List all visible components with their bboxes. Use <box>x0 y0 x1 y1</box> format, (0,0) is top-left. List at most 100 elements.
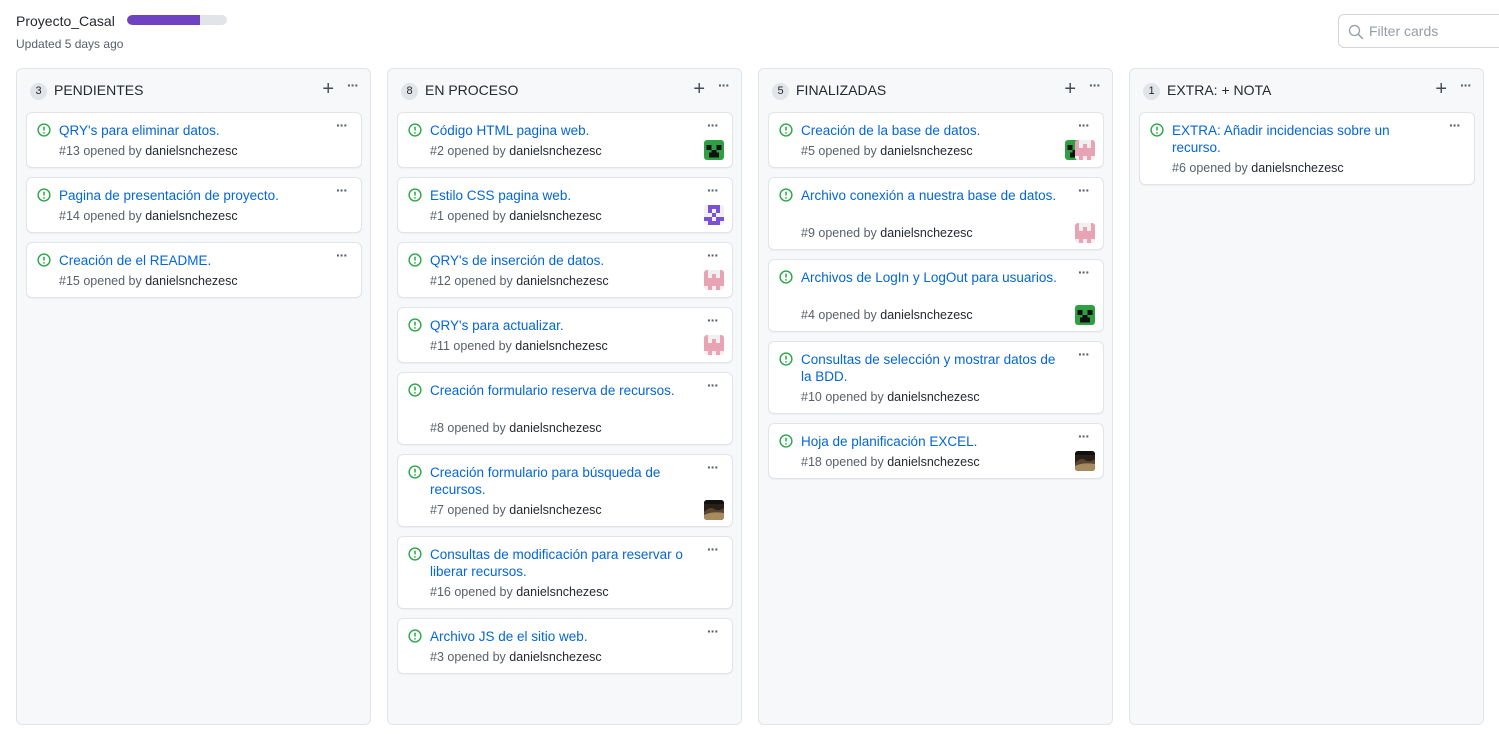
issue-card[interactable]: Código HTML pagina web. #2 opened by dani… <box>397 112 733 168</box>
issue-author-link[interactable]: danielsnchezesc <box>509 650 601 664</box>
card-menu-button[interactable]: ··· <box>1078 428 1090 444</box>
issue-card[interactable]: Hoja de planificación EXCEL. #18 opened b… <box>768 423 1104 479</box>
card-menu-button[interactable]: ··· <box>336 117 348 133</box>
issue-card[interactable]: Archivos de LogIn y LogOut para usuarios… <box>768 259 1104 332</box>
issue-card[interactable]: EXTRA: Añadir incidencias sobre un recur… <box>1139 112 1475 185</box>
issue-number: #5 <box>801 144 815 158</box>
issue-number: #10 <box>801 390 822 404</box>
issue-card[interactable]: Creación formulario reserva de recursos.… <box>397 372 733 445</box>
issue-author-link[interactable]: danielsnchezesc <box>515 339 607 353</box>
card-menu-button[interactable]: ··· <box>707 117 719 133</box>
search-icon <box>1348 24 1364 40</box>
card-menu-button[interactable]: ··· <box>1078 264 1090 280</box>
issue-author-link[interactable]: danielsnchezesc <box>516 274 608 288</box>
add-card-button[interactable]: + <box>693 79 705 99</box>
issue-card[interactable]: QRY's de inserción de datos. #12 opened b… <box>397 242 733 298</box>
open-issue-icon <box>1150 123 1164 137</box>
column-menu-button[interactable]: ··· <box>1460 77 1472 93</box>
assignee-avatar[interactable] <box>704 335 724 355</box>
issue-card[interactable]: Archivo JS de el sitio web. #3 opened by … <box>397 618 733 674</box>
issue-title-link[interactable]: Creación formulario para búsqueda de rec… <box>430 464 688 498</box>
issue-meta: #13 opened by danielsnchezesc <box>59 144 238 158</box>
assignee-avatar[interactable] <box>1075 140 1095 160</box>
issue-title-link[interactable]: Estilo CSS pagina web. <box>430 187 688 204</box>
issue-card[interactable]: Archivo conexión a nuestra base de datos… <box>768 177 1104 250</box>
issue-author-link[interactable]: danielsnchezesc <box>509 144 601 158</box>
issue-title-link[interactable]: Creación formulario reserva de recursos. <box>430 382 688 399</box>
assignee-avatar[interactable] <box>1075 305 1095 325</box>
add-card-button[interactable]: + <box>1064 79 1076 99</box>
issue-title-link[interactable]: Pagina de presentación de proyecto. <box>59 187 317 204</box>
issue-author-link[interactable]: danielsnchezesc <box>509 421 601 435</box>
card-menu-button[interactable]: ··· <box>1449 117 1461 133</box>
issue-author-link[interactable]: danielsnchezesc <box>880 144 972 158</box>
issue-title-link[interactable]: QRY's para actualizar. <box>430 317 688 334</box>
issue-card[interactable]: Consultas de modificación para reservar … <box>397 536 733 609</box>
open-issue-icon <box>37 253 51 267</box>
card-menu-button[interactable]: ··· <box>707 182 719 198</box>
issue-card[interactable]: QRY's para actualizar. #11 opened by dani… <box>397 307 733 363</box>
column-menu-button[interactable]: ··· <box>1089 77 1101 93</box>
issue-number: #3 <box>430 650 444 664</box>
issue-title-link[interactable]: Creación de el README. <box>59 252 317 269</box>
issue-title-link[interactable]: Código HTML pagina web. <box>430 122 688 139</box>
issue-title-link[interactable]: Consultas de selección y mostrar datos d… <box>801 351 1059 385</box>
assignee-avatar[interactable] <box>704 270 724 290</box>
issue-title-link[interactable]: Hoja de planificación EXCEL. <box>801 433 1059 450</box>
card-menu-button[interactable]: ··· <box>1078 182 1090 198</box>
assignee-avatar[interactable] <box>1075 451 1095 471</box>
card-menu-button[interactable]: ··· <box>707 247 719 263</box>
issue-opened-by: opened by <box>1189 161 1248 175</box>
issue-author-link[interactable]: danielsnchezesc <box>145 274 237 288</box>
filter-cards-box[interactable] <box>1338 14 1499 48</box>
issue-author-link[interactable]: danielsnchezesc <box>1251 161 1343 175</box>
issue-card[interactable]: QRY's para eliminar datos. #13 opened by … <box>26 112 362 168</box>
issue-card[interactable]: Estilo CSS pagina web. #1 opened by danie… <box>397 177 733 233</box>
open-issue-icon <box>779 352 793 366</box>
issue-author-link[interactable]: danielsnchezesc <box>145 209 237 223</box>
card-menu-button[interactable]: ··· <box>1078 117 1090 133</box>
issue-author-link[interactable]: danielsnchezesc <box>509 503 601 517</box>
issue-card[interactable]: Pagina de presentación de proyecto. #14 o… <box>26 177 362 233</box>
card-menu-button[interactable]: ··· <box>707 623 719 639</box>
issue-title-link[interactable]: EXTRA: Añadir incidencias sobre un recur… <box>1172 122 1430 156</box>
issue-title-link[interactable]: Consultas de modificación para reservar … <box>430 546 688 580</box>
issue-opened-by: opened by <box>447 209 506 223</box>
issue-title-link[interactable]: QRY's para eliminar datos. <box>59 122 317 139</box>
issue-title-link[interactable]: QRY's de inserción de datos. <box>430 252 688 269</box>
issue-author-link[interactable]: danielsnchezesc <box>509 209 601 223</box>
add-card-button[interactable]: + <box>322 79 334 99</box>
card-menu-button[interactable]: ··· <box>707 459 719 475</box>
issue-title-link[interactable]: Archivo JS de el sitio web. <box>430 628 688 645</box>
issue-title-link[interactable]: Archivo conexión a nuestra base de datos… <box>801 187 1059 204</box>
issue-opened-by: opened by <box>818 308 877 322</box>
issue-meta: #14 opened by danielsnchezesc <box>59 209 238 223</box>
issue-title-link[interactable]: Archivos de LogIn y LogOut para usuarios… <box>801 269 1059 286</box>
assignee-avatar[interactable] <box>704 500 724 520</box>
card-menu-button[interactable]: ··· <box>707 312 719 328</box>
project-title[interactable]: Proyecto_Casal <box>16 13 115 29</box>
card-menu-button[interactable]: ··· <box>336 247 348 263</box>
column-menu-button[interactable]: ··· <box>718 77 730 93</box>
issue-card[interactable]: Creación formulario para búsqueda de rec… <box>397 454 733 527</box>
issue-card[interactable]: Creación de la base de datos. #5 opened b… <box>768 112 1104 168</box>
column-menu-button[interactable]: ··· <box>347 77 359 93</box>
issue-author-link[interactable]: danielsnchezesc <box>887 390 979 404</box>
issue-title-link[interactable]: Creación de la base de datos. <box>801 122 1059 139</box>
card-menu-button[interactable]: ··· <box>707 377 719 393</box>
issue-card[interactable]: Consultas de selección y mostrar datos d… <box>768 341 1104 414</box>
filter-cards-input[interactable] <box>1369 21 1499 41</box>
issue-author-link[interactable]: danielsnchezesc <box>516 585 608 599</box>
assignee-avatar[interactable] <box>1075 223 1095 243</box>
card-menu-button[interactable]: ··· <box>336 182 348 198</box>
issue-card[interactable]: Creación de el README. #15 opened by dani… <box>26 242 362 298</box>
add-card-button[interactable]: + <box>1435 79 1447 99</box>
card-menu-button[interactable]: ··· <box>1078 346 1090 362</box>
card-menu-button[interactable]: ··· <box>707 541 719 557</box>
issue-author-link[interactable]: danielsnchezesc <box>887 455 979 469</box>
assignee-avatar[interactable] <box>704 140 724 160</box>
issue-author-link[interactable]: danielsnchezesc <box>145 144 237 158</box>
issue-author-link[interactable]: danielsnchezesc <box>880 226 972 240</box>
assignee-avatar[interactable] <box>704 205 724 225</box>
issue-author-link[interactable]: danielsnchezesc <box>880 308 972 322</box>
